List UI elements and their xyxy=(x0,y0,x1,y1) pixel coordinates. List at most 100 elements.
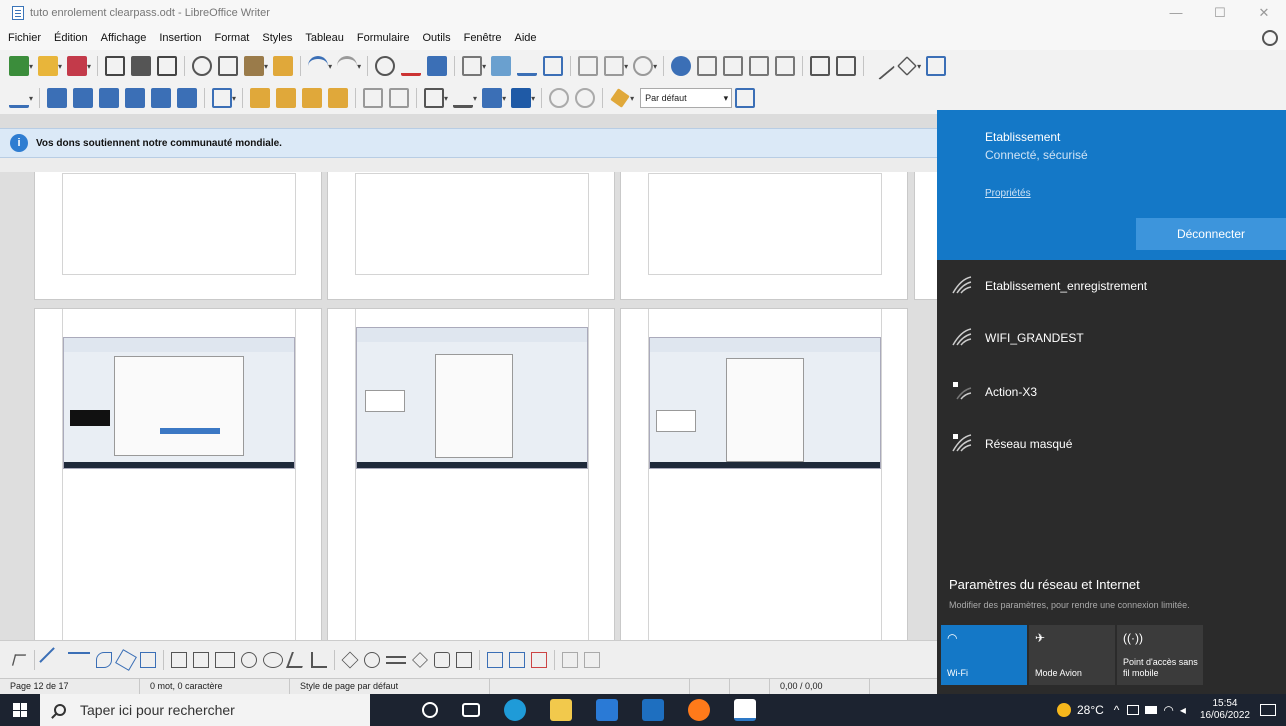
undo-icon[interactable] xyxy=(308,56,329,76)
temperature[interactable]: 28°C xyxy=(1077,703,1104,717)
ellipse-icon[interactable] xyxy=(241,651,257,668)
find-replace-icon[interactable] xyxy=(375,56,396,76)
task-view-icon[interactable] xyxy=(462,703,480,717)
page-count[interactable]: Page 12 de 17 xyxy=(0,678,140,695)
close-button[interactable]: ✕ xyxy=(1242,0,1286,26)
back-one-icon[interactable] xyxy=(302,88,323,108)
copy-icon[interactable] xyxy=(218,56,239,76)
new-document-icon[interactable] xyxy=(9,56,29,76)
edge-icon[interactable] xyxy=(504,699,526,721)
track-changes-icon[interactable] xyxy=(836,56,857,76)
smiley-icon[interactable] xyxy=(364,651,380,668)
line-icon[interactable] xyxy=(867,51,896,81)
border-style-icon[interactable] xyxy=(453,88,474,108)
insert-mode-icon[interactable] xyxy=(690,678,730,695)
menu-styles[interactable]: Styles xyxy=(262,32,292,44)
network-settings-link[interactable]: Paramètres du réseau et Internet xyxy=(949,577,1140,592)
page-style[interactable]: Style de page par défaut xyxy=(290,678,490,695)
right-triangle-icon[interactable] xyxy=(311,651,327,668)
store-icon[interactable] xyxy=(596,699,618,721)
page-thumbnail[interactable] xyxy=(327,172,615,300)
freeform-icon[interactable] xyxy=(140,651,156,668)
menu-fenetre[interactable]: Fenêtre xyxy=(464,32,502,44)
to-foreground-icon[interactable] xyxy=(363,88,384,108)
bring-front-icon[interactable] xyxy=(250,88,271,108)
text-tool-icon[interactable] xyxy=(487,651,503,668)
disconnect-button[interactable]: Déconnecter xyxy=(1136,218,1286,250)
double-arrow-icon[interactable] xyxy=(386,655,406,664)
wrap-right-icon[interactable] xyxy=(151,88,172,108)
taskbar-search[interactable]: Taper ici pour rechercher xyxy=(40,694,370,726)
paragraph-style-select[interactable]: Par défaut xyxy=(640,88,733,108)
insert-chart-icon[interactable] xyxy=(517,56,538,76)
forward-one-icon[interactable] xyxy=(276,88,297,108)
to-background-icon[interactable] xyxy=(389,88,410,108)
page-thumbnail[interactable] xyxy=(620,308,908,640)
start-button[interactable] xyxy=(0,694,40,726)
line-style-icon[interactable] xyxy=(610,88,630,108)
styles-sidebar-icon[interactable] xyxy=(735,88,756,108)
diamond-icon[interactable] xyxy=(341,651,359,668)
bookmark-icon[interactable] xyxy=(749,56,770,76)
chevron-up-icon[interactable]: ^ xyxy=(1114,703,1120,717)
spelling-icon[interactable] xyxy=(401,56,422,76)
export-pdf-icon[interactable] xyxy=(105,56,126,76)
menu-tableau[interactable]: Tableau xyxy=(305,32,344,44)
page-thumbnail[interactable] xyxy=(327,308,615,640)
page-thumbnail[interactable] xyxy=(34,172,322,300)
draw-functions-icon[interactable] xyxy=(926,56,947,76)
properties-link[interactable]: Propriétés xyxy=(985,188,1031,199)
weather-sun-icon[interactable] xyxy=(1056,703,1071,717)
line-tool-icon[interactable] xyxy=(39,646,65,673)
libreoffice-writer-icon[interactable] xyxy=(734,699,756,721)
cross-reference-icon[interactable] xyxy=(775,56,796,76)
wrap-through-icon[interactable] xyxy=(177,88,198,108)
comment-icon[interactable] xyxy=(810,56,831,76)
mobile-hotspot-toggle[interactable]: ((·)) Point d'accès sans fil mobile xyxy=(1117,625,1203,685)
curve-icon[interactable] xyxy=(96,651,112,668)
network-item[interactable]: Etablissement_enregistrement xyxy=(937,260,1286,312)
basic-shapes-icon[interactable] xyxy=(897,56,918,76)
page-thumbnail[interactable] xyxy=(620,172,908,300)
menu-affichage[interactable]: Affichage xyxy=(101,32,147,44)
minimize-button[interactable]: — xyxy=(1154,0,1198,26)
footnote-icon[interactable] xyxy=(697,56,718,76)
word-count[interactable]: 0 mot, 0 caractère xyxy=(140,678,290,695)
group-icon[interactable] xyxy=(549,88,570,108)
align-icon[interactable] xyxy=(212,88,233,108)
digital-signature-icon[interactable] xyxy=(730,678,770,695)
paste-icon[interactable] xyxy=(244,56,265,76)
connector-icon[interactable] xyxy=(115,648,137,671)
page-thumbnail[interactable] xyxy=(34,308,322,640)
callout-icon[interactable] xyxy=(434,651,450,668)
ungroup-icon[interactable] xyxy=(575,88,596,108)
menu-formulaire[interactable]: Formulaire xyxy=(357,32,410,44)
cut-icon[interactable] xyxy=(192,56,213,76)
insert-table-icon[interactable] xyxy=(462,56,483,76)
maximize-button[interactable]: ☐ xyxy=(1198,0,1242,26)
hyperlink-icon[interactable] xyxy=(671,56,692,76)
circle-icon[interactable] xyxy=(263,651,283,668)
network-item[interactable]: WIFI_GRANDEST xyxy=(937,312,1286,364)
airplane-mode-toggle[interactable]: ✈ Mode Avion xyxy=(1029,625,1115,685)
open-folder-icon[interactable] xyxy=(38,56,59,76)
clock[interactable]: 15:54 16/06/2022 xyxy=(1200,698,1250,722)
special-character-icon[interactable] xyxy=(633,56,654,76)
wifi-tray-icon[interactable]: ◠ xyxy=(1163,703,1173,717)
menu-insertion[interactable]: Insertion xyxy=(159,32,201,44)
border-color-icon[interactable] xyxy=(482,88,503,108)
select-icon[interactable] xyxy=(11,653,27,666)
text-box-icon[interactable] xyxy=(543,56,564,76)
wrap-optimal-icon[interactable] xyxy=(99,88,120,108)
network-item[interactable]: Réseau masqué xyxy=(937,418,1286,470)
notification-icon[interactable] xyxy=(1260,704,1276,716)
star-icon[interactable] xyxy=(412,651,428,668)
wifi-toggle[interactable]: ◠ Wi-Fi xyxy=(941,625,1027,685)
rounded-rectangle-icon[interactable] xyxy=(193,651,209,668)
volume-icon[interactable]: ◂ xyxy=(1180,703,1186,717)
close-document-icon[interactable] xyxy=(1262,30,1278,46)
rectangle-icon[interactable] xyxy=(171,651,187,668)
save-icon[interactable] xyxy=(67,56,88,76)
network-item[interactable]: Action-X3 xyxy=(937,366,1286,418)
menu-fichier[interactable]: Fichier xyxy=(8,32,41,44)
